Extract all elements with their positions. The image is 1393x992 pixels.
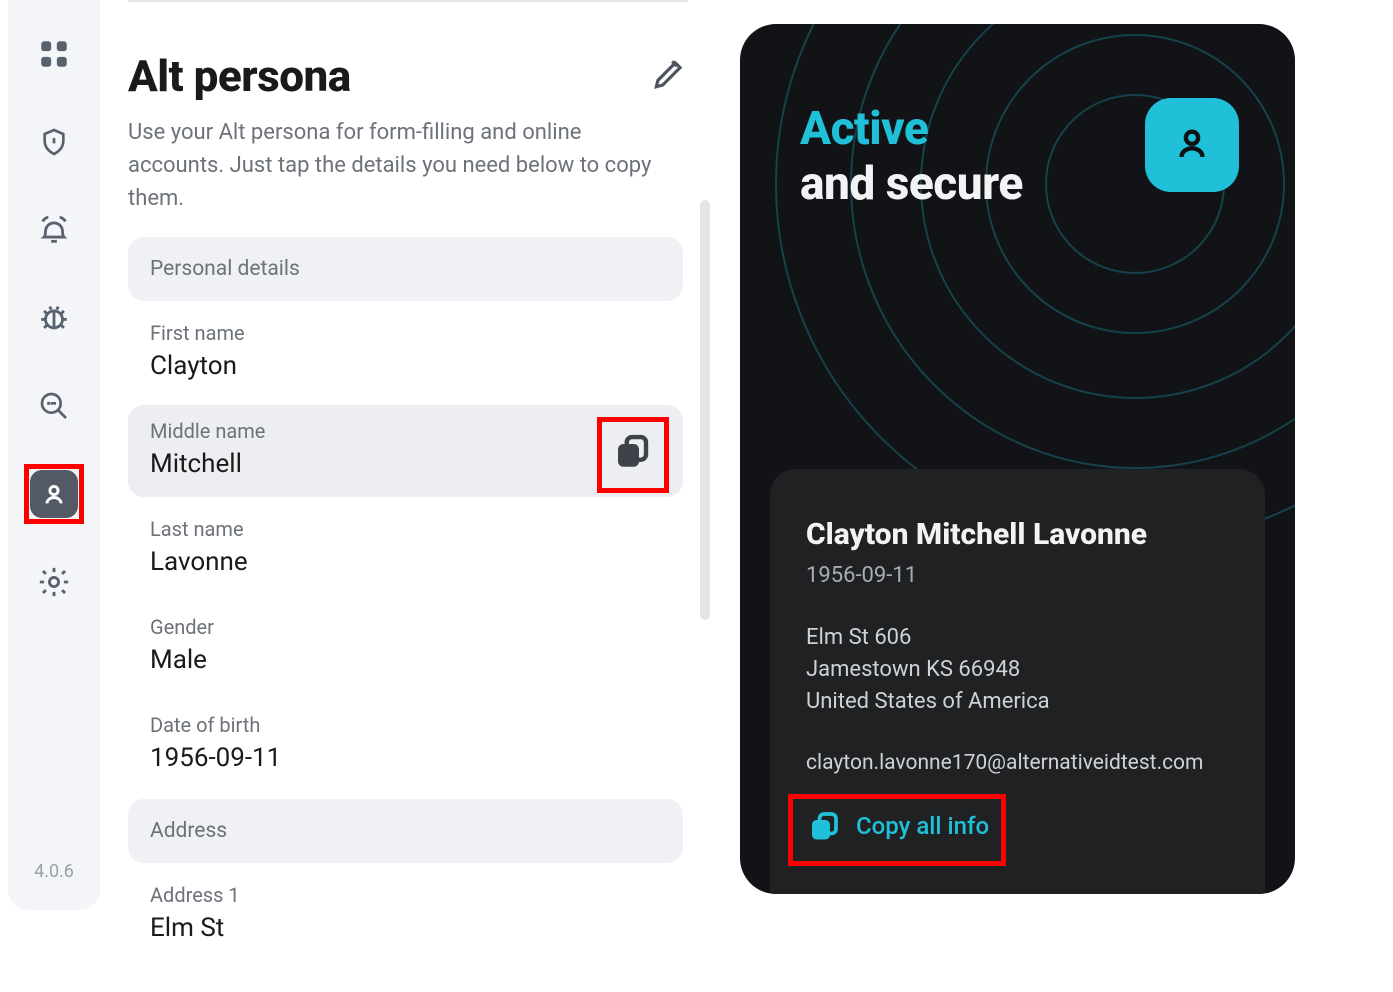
nav-settings[interactable] — [30, 558, 78, 606]
gear-icon — [37, 565, 71, 599]
addr-line: Elm St 606 — [806, 622, 1229, 654]
field-value: Lavonne — [150, 547, 661, 577]
person-icon — [1171, 122, 1213, 168]
edit-button[interactable] — [650, 55, 688, 97]
addr-line: Jamestown KS 66948 — [806, 654, 1229, 686]
page-subtitle: Use your Alt persona for form-filling an… — [128, 116, 668, 215]
field-last-name[interactable]: Last name Lavonne — [128, 503, 683, 595]
field-label: Middle name — [150, 419, 661, 443]
field-label: First name — [150, 321, 661, 345]
app-version: 4.0.6 — [34, 861, 74, 882]
nav-scan[interactable] — [30, 294, 78, 342]
copy-icon — [611, 457, 653, 476]
status-line1: Active — [800, 102, 1023, 157]
field-label: Date of birth — [150, 713, 661, 737]
summary-name: Clayton Mitchell Lavonne — [806, 513, 1229, 557]
copy-all-button[interactable]: Copy all info — [806, 808, 989, 844]
nav-privacy[interactable] — [30, 118, 78, 166]
nav-alerts[interactable] — [30, 206, 78, 254]
alert-icon — [37, 213, 71, 247]
copy-button[interactable] — [611, 430, 653, 472]
field-value: Male — [150, 645, 661, 675]
persona-card: Active and secure Clayton Mitchell Lavon… — [740, 24, 1295, 894]
pencil-icon — [650, 78, 688, 97]
field-dob[interactable]: Date of birth 1956-09-11 — [128, 699, 683, 791]
field-label: Last name — [150, 517, 661, 541]
sidebar: 4.0.6 — [8, 0, 100, 910]
field-label: Address 1 — [150, 883, 661, 907]
field-value: Clayton — [150, 351, 661, 381]
field-value: 1956-09-11 — [150, 743, 661, 773]
copy-icon — [806, 808, 842, 844]
section-address: Address — [128, 799, 683, 863]
nav-alt-persona[interactable] — [30, 470, 78, 518]
addr-line: United States of America — [806, 686, 1229, 718]
person-icon — [40, 480, 68, 508]
main-panel: Alt persona Use your Alt persona for for… — [128, 0, 688, 920]
grid-icon — [37, 37, 71, 71]
field-value: Elm St — [150, 913, 661, 943]
summary-dob: 1956-09-11 — [806, 560, 1229, 592]
scrollbar[interactable] — [700, 200, 710, 620]
bug-icon — [37, 301, 71, 335]
search-key-icon — [38, 390, 70, 422]
field-address1[interactable]: Address 1 Elm St — [128, 869, 683, 961]
status-title: Active and secure — [800, 102, 1023, 212]
field-value: Mitchell — [150, 449, 661, 479]
field-gender[interactable]: Gender Male — [128, 601, 683, 693]
nav-search[interactable] — [30, 382, 78, 430]
field-middle-name[interactable]: Middle name Mitchell — [128, 405, 683, 497]
divider — [128, 0, 688, 2]
summary-email: clayton.lavonne170@alternativeidtest.com — [806, 748, 1229, 778]
fields-list: Personal details First name Clayton Midd… — [128, 237, 683, 961]
field-label: Gender — [150, 615, 661, 639]
status-line2: and secure — [800, 157, 1023, 212]
copy-all-label: Copy all info — [856, 809, 989, 844]
persona-badge — [1145, 98, 1239, 192]
nav-dashboard[interactable] — [30, 30, 78, 78]
summary-address: Elm St 606 Jamestown KS 66948 United Sta… — [806, 622, 1229, 718]
persona-summary: Clayton Mitchell Lavonne 1956-09-11 Elm … — [770, 469, 1265, 894]
section-personal: Personal details — [128, 237, 683, 301]
page-title: Alt persona — [128, 50, 351, 102]
field-first-name[interactable]: First name Clayton — [128, 307, 683, 399]
shield-icon — [38, 126, 70, 158]
